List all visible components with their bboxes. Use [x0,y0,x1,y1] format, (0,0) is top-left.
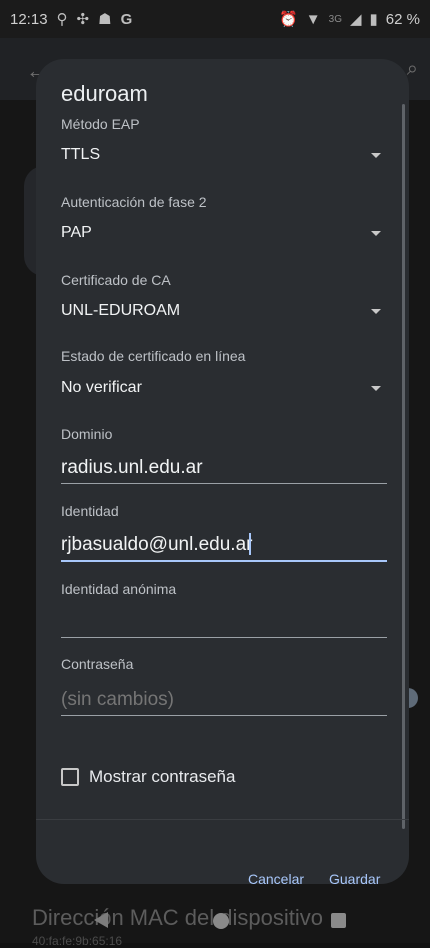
phase2-auth-value: PAP [61,224,92,241]
eap-method-label: Método EAP [61,116,140,132]
alarm-icon: ⏰ [279,11,298,28]
domain-underline [61,483,387,484]
network-label: 3G [328,13,342,25]
show-password-row[interactable]: Mostrar contraseña [61,767,235,787]
phase2-auth-label: Autenticación de fase 2 [61,194,207,210]
dropdown-arrow-icon [371,231,381,236]
anonymous-identity-input[interactable] [61,607,387,637]
eap-method-value: TTLS [61,146,101,163]
dropdown-arrow-icon [371,386,381,391]
show-password-label: Mostrar contraseña [89,767,236,786]
navigation-bar [0,900,430,943]
save-button[interactable]: Guardar [329,871,380,884]
google-icon: G [120,10,133,28]
status-right: ⏰ ▼ 3G ◢ ▮ 62 % [279,10,420,29]
cancel-button[interactable]: Cancelar [248,871,304,884]
school-icon: ☗ [98,11,112,28]
status-time: 12:13 [10,10,48,28]
anonymous-identity-underline [61,637,387,638]
identity-underline [61,560,387,562]
password-underline [61,715,387,716]
online-cert-status-value: No verificar [61,379,142,396]
domain-input[interactable] [61,453,387,483]
search-icon: ⌕ [406,58,418,80]
dialog-divider [36,819,409,820]
location-icon: ⚲ [56,11,68,28]
online-cert-status-dropdown[interactable]: No verificar [61,375,381,405]
dialog-title: eduroam [61,81,148,106]
identity-label: Identidad [61,503,119,519]
password-label: Contraseña [61,656,134,672]
nav-home-icon[interactable] [213,913,229,929]
ca-certificate-dropdown[interactable]: UNL-EDUROAM [61,298,381,328]
nav-recents-icon[interactable] [331,913,346,928]
text-cursor [249,533,251,555]
identity-input[interactable] [61,530,387,560]
wifi-icon: ▼ [305,10,321,28]
battery-icon: ▮ [369,11,378,28]
dropdown-arrow-icon [371,153,381,158]
eap-method-dropdown[interactable]: TTLS [61,142,381,172]
phase2-auth-dropdown[interactable]: PAP [61,220,381,250]
status-left: 12:13 ⚲ ✣ ☗ G [10,10,133,29]
password-input[interactable] [61,685,387,715]
ca-certificate-value: UNL-EDUROAM [61,302,181,319]
dialog-scrollbar[interactable] [402,104,405,829]
online-cert-status-label: Estado de certificado en línea [61,348,246,364]
domain-label: Dominio [61,426,113,442]
signal-icon: ◢ [349,11,362,28]
ca-certificate-label: Certificado de CA [61,272,171,288]
status-bar: 12:13 ⚲ ✣ ☗ G ⏰ ▼ 3G ◢ ▮ 62 % [0,0,430,38]
battery-text: 62 % [385,10,420,28]
anonymous-identity-label: Identidad anónima [61,581,177,597]
app-icon: ✣ [76,11,90,28]
nav-back-icon[interactable] [94,912,108,928]
show-password-checkbox[interactable] [61,768,79,786]
dropdown-arrow-icon [371,309,381,314]
eduroam-dialog: eduroam Método EAP TTLS Autenticación de… [36,59,409,884]
